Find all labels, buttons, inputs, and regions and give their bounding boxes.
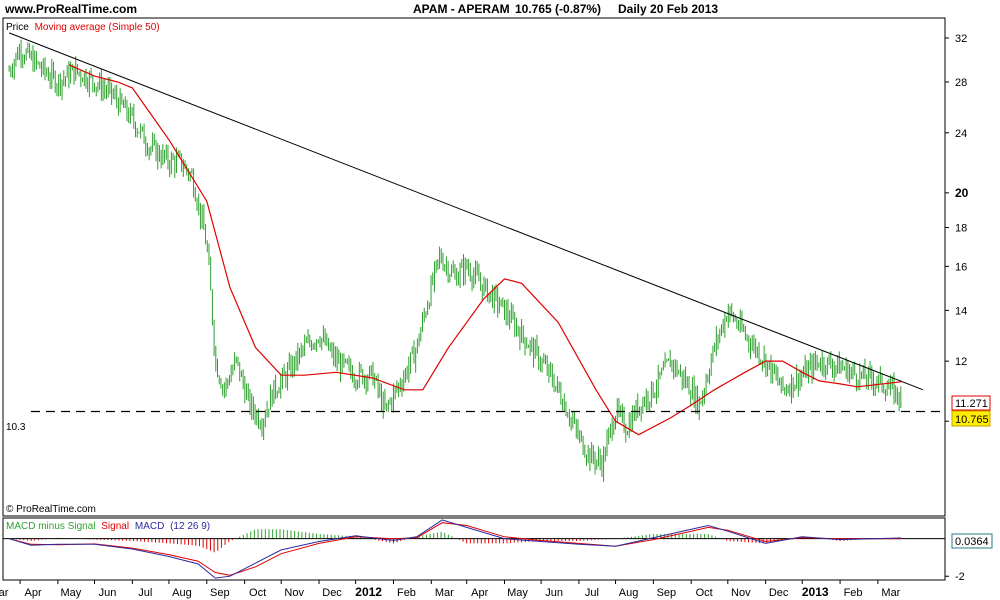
y-tick-label: 20: [955, 186, 969, 200]
x-tick-label: Jul: [138, 587, 152, 599]
macd-params-legend: (12 26 9): [170, 521, 210, 532]
x-tick-label: Dec: [769, 587, 789, 599]
x-tick-label: 2012: [355, 585, 382, 599]
x-tick-label: Aug: [172, 587, 192, 599]
y-tick-label: 32: [955, 33, 967, 45]
x-tick-label: Dec: [322, 587, 342, 599]
x-tick-label: Jun: [99, 587, 117, 599]
price-panel-frame: [2, 17, 946, 517]
x-tick-label: Apr: [471, 587, 488, 599]
time-x-axis: Mar Apr May Jun Jul Aug Sep Oct Nov Dec 2012 Feb Mar…: [0, 580, 901, 599]
macd-tick-label: -2: [955, 571, 965, 583]
x-tick-label: May: [507, 587, 528, 599]
x-tick-label: Feb: [397, 587, 416, 599]
ma-last-value: 11.271: [955, 398, 988, 410]
svg-text:Price Moving average (Simp: Price Moving average (Simple 50): [6, 22, 160, 33]
macd-y-axis: -2: [945, 571, 965, 583]
x-tick-label: Nov: [284, 587, 304, 599]
x-tick-label: Oct: [249, 587, 266, 599]
x-tick-label: Oct: [696, 587, 713, 599]
copyright-label: © ProRealTime.com: [6, 504, 96, 515]
downtrend-line: [8, 32, 924, 391]
x-tick-label: Sep: [657, 587, 677, 599]
y-tick-label: 28: [955, 77, 967, 89]
price-y-axis: 101214161820242832: [945, 33, 969, 428]
x-tick-label: Jun: [545, 587, 563, 599]
support-level-label: 10.3: [6, 422, 26, 433]
x-tick-label: Mar: [435, 587, 454, 599]
x-tick-label: 2013: [802, 585, 829, 599]
macd-last-value: 0.0364: [955, 536, 989, 548]
macd-line-legend: MACD: [135, 521, 164, 532]
x-tick-label: Mar: [0, 587, 9, 599]
price-last-value: 10.765: [955, 414, 989, 426]
ma-legend-label: Moving average (Simple 50): [35, 22, 160, 33]
x-tick-label: Mar: [881, 587, 900, 599]
x-tick-label: Aug: [619, 587, 639, 599]
chart-canvas: Price Moving average (Simple 50) MACD mi…: [0, 17, 993, 599]
x-tick-label: May: [61, 587, 82, 599]
x-tick-label: Feb: [844, 587, 863, 599]
svg-text:MACD minus Signal Signal: MACD minus Signal Signal MACD (12 26 9): [6, 521, 210, 532]
y-tick-label: 24: [955, 128, 967, 140]
price-bars: [8, 39, 902, 482]
x-tick-label: Jul: [585, 587, 599, 599]
price-legend-label: Price: [6, 22, 29, 33]
macd-signal-legend: Signal: [101, 521, 129, 532]
x-tick-label: Nov: [731, 587, 751, 599]
x-tick-label: Apr: [25, 587, 42, 599]
y-tick-label: 18: [955, 223, 967, 235]
y-tick-label: 16: [955, 261, 967, 273]
x-tick-label: Sep: [210, 587, 230, 599]
y-tick-label: 14: [955, 305, 967, 317]
macd-histogram: [12, 529, 900, 553]
y-tick-label: 12: [955, 356, 967, 368]
macd-hist-legend: MACD minus Signal: [6, 521, 95, 532]
